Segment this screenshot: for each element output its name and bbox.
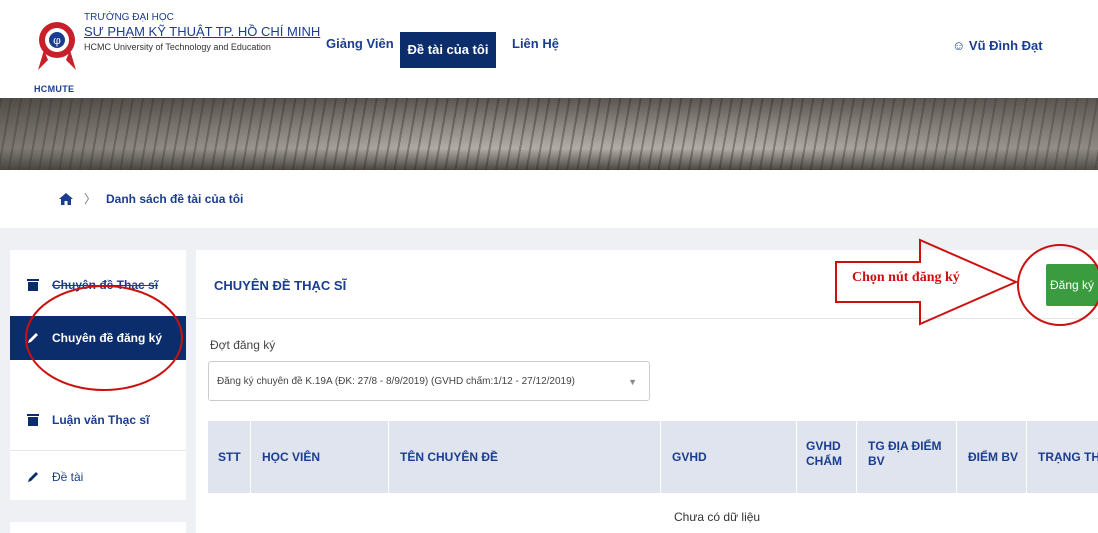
sidebar-item-label: Chuyên đề Thạc sĩ xyxy=(52,278,159,292)
university-logo[interactable]: φ HCMUTE xyxy=(34,10,80,94)
column-divider xyxy=(856,421,857,493)
page: φ HCMUTE TRƯỜNG ĐẠI HỌC SƯ PHẠM KỸ THUẬT… xyxy=(0,0,1098,533)
university-line3: HCMC University of Technology and Educat… xyxy=(84,42,271,52)
page-title: CHUYÊN ĐỀ THẠC SĨ xyxy=(214,278,347,293)
annotation-label: Chọn nút đăng ký xyxy=(852,270,960,285)
column-divider xyxy=(660,421,661,493)
period-label: Đợt đăng ký xyxy=(210,338,276,352)
column-divider xyxy=(1026,421,1027,493)
column-header-gvhd[interactable]: GVHD xyxy=(672,450,707,465)
column-header-tg-dia-diem-bv[interactable]: TG ĐỊA ĐIỂM BV xyxy=(868,439,948,469)
user-icon: ☺ xyxy=(952,38,966,53)
logo-caption: HCMUTE xyxy=(34,84,75,94)
user-menu[interactable]: ☺ Vũ Đình Đạt xyxy=(952,38,1043,53)
breadcrumb: 〉 Danh sách đề tài của tôi xyxy=(58,190,243,207)
banner-shade xyxy=(0,98,1098,170)
sidebar-item-label: Chuyên đề đăng ký xyxy=(52,331,163,345)
trash-icon xyxy=(27,279,39,291)
period-select[interactable]: Đăng ký chuyên đề K.19A (ĐK: 27/8 - 8/9/… xyxy=(208,361,650,401)
nav-lien-he[interactable]: Liên Hệ xyxy=(512,36,559,51)
pencil-icon xyxy=(28,472,38,482)
university-line1: TRƯỜNG ĐẠI HỌC xyxy=(84,12,174,23)
home-icon[interactable] xyxy=(58,192,74,206)
nav-giang-vien[interactable]: Giảng Viên xyxy=(326,36,394,51)
chevron-down-icon: ▼ xyxy=(628,377,637,387)
sidebar-divider xyxy=(10,450,186,451)
logo-emblem-icon: φ xyxy=(38,22,76,70)
column-header-ten-chuyen-de[interactable]: TÊN CHUYÊN ĐỀ xyxy=(400,450,498,465)
column-header-hoc-vien[interactable]: HỌC VIÊN xyxy=(262,450,320,465)
main-panel: CHUYÊN ĐỀ THẠC SĨ Đăng ký Đợt đăng ký Đă… xyxy=(196,250,1098,533)
trash-icon xyxy=(27,414,39,426)
column-divider xyxy=(796,421,797,493)
breadcrumb-current: Danh sách đề tài của tôi xyxy=(106,191,244,206)
column-divider xyxy=(956,421,957,493)
sidebar-item-chuyen-de-thac-si[interactable]: Chuyên đề Thạc sĩ xyxy=(10,263,186,307)
header-banner xyxy=(0,98,1098,170)
pencil-icon xyxy=(28,333,38,343)
sidebar-item-label: Đề tài xyxy=(52,470,84,484)
sidebar-item-luan-van-thac-si[interactable]: Luận văn Thạc sĩ xyxy=(10,398,186,442)
column-header-trang-thai[interactable]: TRẠNG THÁI xyxy=(1038,450,1098,465)
column-divider xyxy=(388,421,389,493)
table-header: STT HỌC VIÊN TÊN CHUYÊN ĐỀ GVHD GVHD CHẤ… xyxy=(208,421,1098,493)
university-name: TRƯỜNG ĐẠI HỌC SƯ PHẠM KỸ THUẬT TP. HỒ C… xyxy=(84,12,320,54)
panel-divider xyxy=(196,318,1098,319)
column-header-gvhd-cham[interactable]: GVHD CHẤM xyxy=(806,439,848,469)
column-header-diem-bv[interactable]: ĐIỂM BV xyxy=(968,450,1018,465)
site-header: φ HCMUTE TRƯỜNG ĐẠI HỌC SƯ PHẠM KỸ THUẬT… xyxy=(0,0,1098,98)
sidebar-item-de-tai[interactable]: Đề tài xyxy=(10,455,186,499)
empty-table-message: Chưa có dữ liệu xyxy=(674,510,761,524)
sidebar-item-chuyen-de-dang-ky[interactable]: Chuyên đề đăng ký xyxy=(10,316,186,360)
svg-text:φ: φ xyxy=(53,34,61,47)
register-button[interactable]: Đăng ký xyxy=(1046,264,1098,306)
user-name: Vũ Đình Đạt xyxy=(968,38,1043,53)
nav-de-tai-cua-toi[interactable]: Đề tài của tôi xyxy=(400,32,496,68)
column-header-stt[interactable]: STT xyxy=(218,450,241,465)
university-line2[interactable]: SƯ PHẠM KỸ THUẬT TP. HỒ CHÍ MINH xyxy=(84,24,320,40)
column-divider xyxy=(250,421,251,493)
period-select-value: Đăng ký chuyên đề K.19A (ĐK: 27/8 - 8/9/… xyxy=(217,376,575,387)
breadcrumb-separator-icon: 〉 xyxy=(84,192,97,206)
sidebar-item-label: Luận văn Thạc sĩ xyxy=(52,413,150,427)
sidebar-group-more xyxy=(10,522,186,533)
